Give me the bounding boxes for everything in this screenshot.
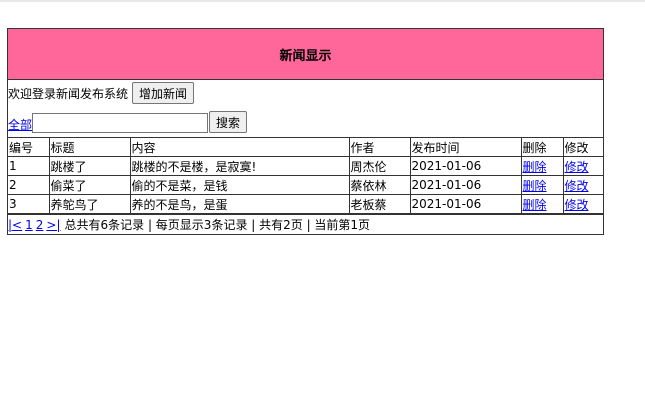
cell-edit: 修改 (562, 156, 603, 176)
delete-link[interactable]: 删除 (523, 198, 547, 212)
cell-delete: 删除 (520, 156, 564, 176)
page-1-link[interactable]: 1 (25, 218, 33, 232)
cell-delete: 删除 (520, 194, 564, 214)
pagination-summary: 总共有6条记录 | 每页显示3条记录 | 共有2页 | 当前第1页 (64, 218, 371, 232)
search-button[interactable]: 搜索 (209, 111, 248, 133)
cell-edit: 修改 (562, 194, 603, 214)
cell-content: 跳楼的不是楼，是寂寞! (129, 156, 350, 176)
cell-author: 蔡依林 (348, 175, 411, 195)
cell-id: 1 (8, 156, 50, 176)
page-2-link[interactable]: 2 (36, 218, 44, 232)
column-header-delete: 删除 (520, 138, 564, 157)
delete-link[interactable]: 删除 (523, 160, 547, 174)
welcome-text: 欢迎登录新闻发布系统 (8, 86, 129, 101)
first-page-link[interactable]: |< (8, 218, 22, 232)
search-input[interactable] (32, 113, 209, 133)
cell-date: 2021-01-06 (409, 194, 522, 214)
search-row: 全部 搜索 (8, 106, 603, 138)
cell-delete: 删除 (520, 175, 564, 195)
edit-link[interactable]: 修改 (565, 198, 589, 212)
pagination: |< 1 2 >| 总共有6条记录 | 每页显示3条记录 | 共有2页 | 当前… (8, 214, 603, 234)
column-header-content: 内容 (129, 138, 350, 157)
top-divider (0, 0, 645, 2)
cell-author: 周杰伦 (348, 156, 411, 176)
column-header-author: 作者 (348, 138, 411, 157)
delete-link[interactable]: 删除 (523, 179, 547, 193)
cell-title: 跳楼了 (48, 156, 131, 176)
cell-content: 偷的不是菜，是钱 (129, 175, 350, 195)
cell-title: 养鸵鸟了 (48, 194, 131, 214)
last-page-link[interactable]: >| (46, 218, 60, 232)
table-row: 3 养鸵鸟了 养的不是鸟，是蛋 老板蔡 2021-01-06 删除 修改 (8, 194, 603, 214)
cell-author: 老板蔡 (348, 194, 411, 214)
show-all-link[interactable]: 全部 (8, 116, 32, 133)
news-panel: 新闻显示 欢迎登录新闻发布系统 增加新闻 全部 搜索 编号 标题 内容 作者 发… (7, 28, 604, 235)
cell-date: 2021-01-06 (409, 156, 522, 176)
cell-content: 养的不是鸟，是蛋 (129, 194, 350, 214)
add-news-button[interactable]: 增加新闻 (132, 82, 195, 104)
welcome-row: 欢迎登录新闻发布系统 增加新闻 (8, 80, 603, 106)
cell-title: 偷菜了 (48, 175, 131, 195)
cell-date: 2021-01-06 (409, 175, 522, 195)
page-title: 新闻显示 (8, 29, 603, 80)
column-header-edit: 修改 (562, 138, 603, 157)
column-header-id: 编号 (8, 138, 50, 157)
news-table: 编号 标题 内容 作者 发布时间 删除 修改 1 跳楼了 跳楼的不是楼，是寂寞!… (8, 138, 603, 214)
table-header-row: 编号 标题 内容 作者 发布时间 删除 修改 (8, 138, 603, 157)
cell-id: 3 (8, 194, 50, 214)
table-row: 1 跳楼了 跳楼的不是楼，是寂寞! 周杰伦 2021-01-06 删除 修改 (8, 156, 603, 176)
cell-edit: 修改 (562, 175, 603, 195)
edit-link[interactable]: 修改 (565, 160, 589, 174)
edit-link[interactable]: 修改 (565, 179, 589, 193)
column-header-date: 发布时间 (409, 138, 522, 157)
column-header-title: 标题 (48, 138, 131, 157)
table-row: 2 偷菜了 偷的不是菜，是钱 蔡依林 2021-01-06 删除 修改 (8, 175, 603, 195)
cell-id: 2 (8, 175, 50, 195)
